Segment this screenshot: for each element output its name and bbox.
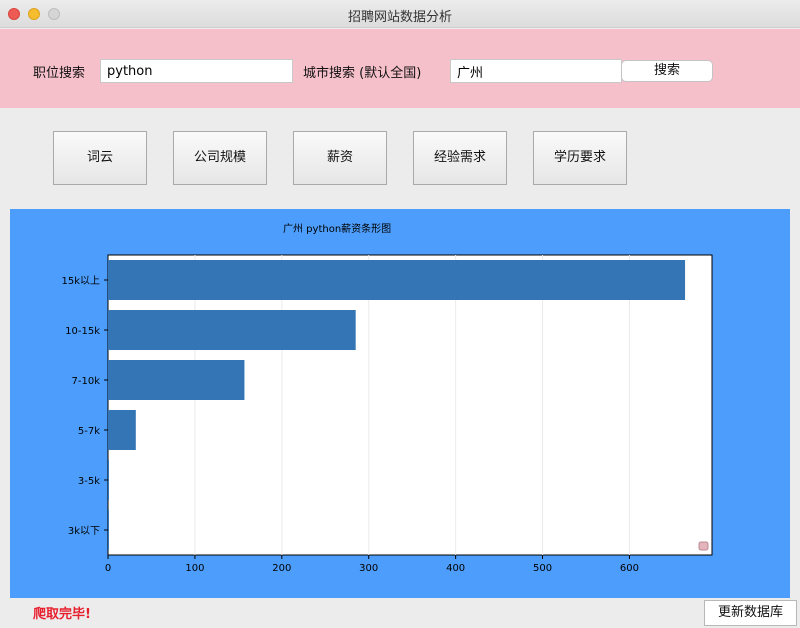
city-search-label: 城市搜索 (默认全国) xyxy=(303,66,422,81)
status-text: 爬取完毕! xyxy=(33,607,91,622)
search-button[interactable]: 搜索 xyxy=(621,60,713,82)
y-tick-label: 3k以下 xyxy=(68,526,100,537)
window-title: 招聘网站数据分析 xyxy=(347,10,452,25)
x-tick-label: 400 xyxy=(446,563,465,574)
salary-bar-chart: 15k以上 10-15k 7-10k 5-7k 3-5k 3k以下 0 100 200 300 4… xyxy=(61,254,713,574)
y-tick-label: 5-7k xyxy=(78,426,100,437)
bar xyxy=(108,510,109,550)
education-button[interactable]: 学历要求 xyxy=(533,131,627,185)
bar xyxy=(108,360,245,400)
salary-button[interactable]: 薪资 xyxy=(293,131,387,185)
city-search-input[interactable] xyxy=(450,59,622,83)
x-tick-label: 300 xyxy=(359,563,378,574)
title-bar: 招聘网站数据分析 xyxy=(0,0,800,28)
update-database-button[interactable]: 更新数据库 xyxy=(704,600,797,626)
x-tick-label: 0 xyxy=(105,563,111,574)
experience-button[interactable]: 经验需求 xyxy=(413,131,507,185)
bar xyxy=(108,410,136,450)
job-search-input[interactable] xyxy=(100,59,293,83)
bar xyxy=(108,460,109,500)
y-tick-label: 15k以上 xyxy=(61,275,100,287)
bar xyxy=(108,260,686,300)
x-tick-label: 200 xyxy=(272,563,291,574)
y-tick-label: 3-5k xyxy=(78,476,100,487)
chart-panel: 广州 python薪资条形图 15k以上 10-15k 7-10k 5-7k 3-5k 3… xyxy=(10,209,790,598)
bar xyxy=(108,310,356,350)
y-tick-label: 7-10k xyxy=(72,376,101,387)
resize-handle-icon[interactable] xyxy=(698,541,709,551)
search-panel: 职位搜索 城市搜索 (默认全国) 搜索 xyxy=(0,29,800,108)
job-search-label: 职位搜索 xyxy=(33,66,86,81)
y-tick-label: 10-15k xyxy=(65,326,100,337)
x-tick-label: 600 xyxy=(620,563,639,574)
x-tick-label: 100 xyxy=(185,563,204,574)
wordcloud-button[interactable]: 词云 xyxy=(53,131,147,185)
x-tick-label: 500 xyxy=(533,563,552,574)
company-size-button[interactable]: 公司规模 xyxy=(173,131,267,185)
